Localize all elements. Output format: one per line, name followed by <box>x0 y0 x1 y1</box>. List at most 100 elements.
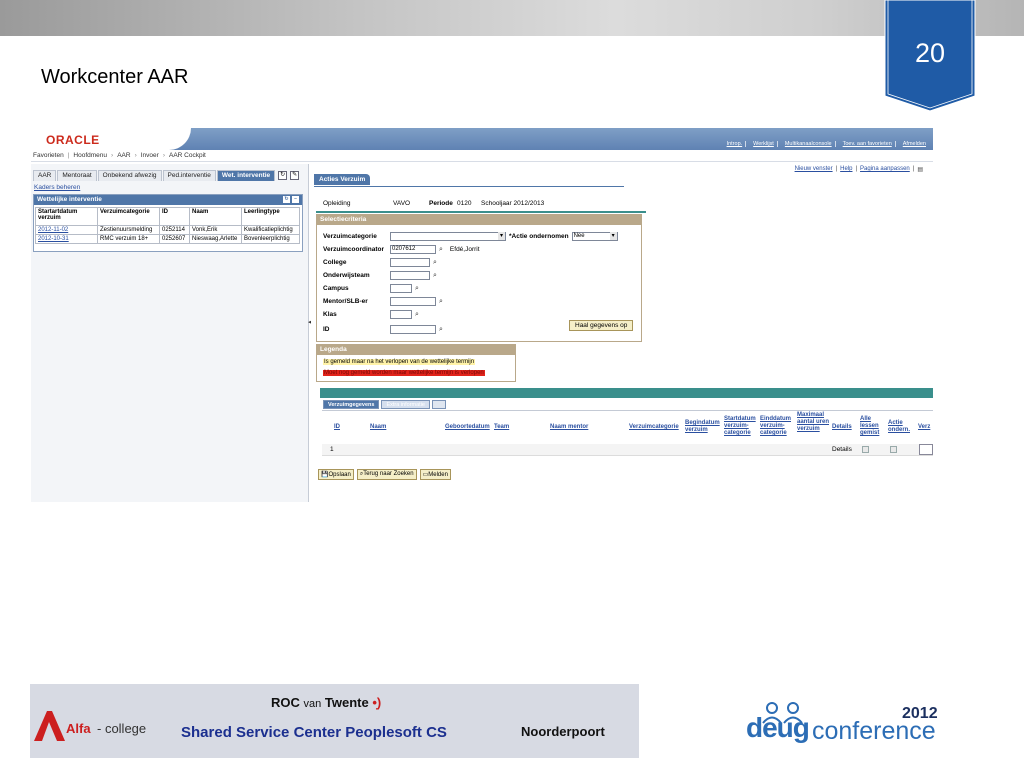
edit-icon[interactable]: ✎ <box>290 171 300 180</box>
search-icon[interactable]: ⌕ <box>439 326 443 334</box>
header-band <box>0 0 1024 36</box>
link-multikanaalconsole[interactable]: Multikanaalconsole <box>782 141 836 147</box>
search-icon[interactable]: ⌕ <box>433 272 437 280</box>
crumb-favorieten[interactable]: Favorieten <box>33 152 64 159</box>
link-afmelden[interactable]: Afmelden <box>900 141 929 147</box>
klas-input[interactable] <box>390 310 412 319</box>
col-max-uren[interactable]: Maximaal aantal uren verzuim <box>797 412 831 433</box>
interventie-table: Startartdatum verzuim Verzuimcategorie I… <box>35 207 300 244</box>
deug-logo: deug <box>746 712 810 743</box>
link-add-favorite[interactable]: Toev. aan favorieten <box>840 141 896 147</box>
ssc-title: Shared Service Center Peoplesoft CS <box>181 724 447 741</box>
page-links: Nieuw venster | Help | Pagina aanpassen … <box>795 166 923 173</box>
roc-twente-logo: ROC van Twente •̣) <box>271 695 381 710</box>
row-date-link[interactable]: 2012-10-31 <box>35 234 98 244</box>
col-verz[interactable]: Verz <box>918 424 930 431</box>
col-einddatum-cat[interactable]: Einddatum verzuim-categorie <box>760 416 796 437</box>
alfa-logo: Alfa <box>66 721 91 736</box>
tab-verzuimgegevens[interactable]: Verzuimgegevens <box>323 400 380 409</box>
print-icon[interactable]: ▤ <box>917 166 923 173</box>
col-naam[interactable]: Naam <box>370 424 386 431</box>
table-row: 2012-10-31 RMC verzuim 18+ 0252607 Niesw… <box>35 234 300 244</box>
link-introp[interactable]: Introp. <box>724 141 747 147</box>
col-team[interactable]: Team <box>494 424 509 431</box>
grid-divider <box>322 410 933 411</box>
save-button[interactable]: 💾Opslaan <box>318 469 354 480</box>
onderwijsteam-input[interactable] <box>390 271 430 280</box>
link-help[interactable]: Help <box>840 166 852 173</box>
roc-van-text: van <box>303 698 322 710</box>
tab-onbekend-afwezig[interactable]: Onbekend afwezig <box>97 170 162 181</box>
col-begindatum[interactable]: Begindatum verzuim <box>685 420 723 434</box>
refresh-icon[interactable]: ↻ <box>278 171 288 180</box>
link-werklijst[interactable]: Werklijst <box>750 141 778 147</box>
crumb-invoer[interactable]: Invoer <box>141 152 159 159</box>
row-id: 0252114 <box>159 225 190 235</box>
search-icon[interactable]: ⌕ <box>439 246 443 254</box>
link-pagina-aanpassen[interactable]: Pagina aanpassen <box>860 166 910 173</box>
haal-gegevens-button[interactable]: Haal gegevens op <box>569 320 634 331</box>
action-buttons: 💾Opslaan ⌕Terug naar Zoeken ▭Melden <box>318 469 451 480</box>
row-number: 1 <box>330 446 334 453</box>
tab-aar[interactable]: AAR <box>33 170 57 181</box>
search-icon[interactable]: ⌕ <box>415 311 419 319</box>
table-header-row: Startartdatum verzuim Verzuimcategorie I… <box>35 207 300 226</box>
selectiecriteria-panel: Selectiecriteria Verzuimcategorie *Actie… <box>316 214 642 342</box>
row-details-link[interactable]: Details <box>832 446 852 453</box>
tab-extra-informatie[interactable]: Extra informatie <box>381 400 430 409</box>
tab-underline <box>314 186 624 187</box>
col-verzuimcategorie[interactable]: Verzuimcategorie <box>629 424 679 431</box>
coordinator-input[interactable]: 0207612 <box>390 245 436 254</box>
selectiecriteria-title: Selectiecriteria <box>317 215 641 225</box>
row-mentor: Mentor/SLB-er ⌕ <box>323 297 443 306</box>
actie-ondern-checkbox[interactable] <box>890 446 897 453</box>
col-details[interactable]: Details <box>832 424 852 431</box>
wettelijke-interventie-panel: Wettelijke interventie ↻ – Startartdatum… <box>33 194 303 252</box>
row-date-link[interactable]: 2012-11-02 <box>35 225 98 235</box>
actie-ondernomen-select[interactable]: Nee <box>571 232 618 241</box>
id-input[interactable] <box>390 325 436 334</box>
tab-ped-interventie[interactable]: Ped.interventie <box>162 170 216 181</box>
tab-mentoraat[interactable]: Mentoraat <box>57 170 97 181</box>
label-onderwijsteam: Onderwijsteam <box>323 272 370 279</box>
search-icon[interactable]: ⌕ <box>439 298 443 306</box>
breadcrumb-bar: Favorieten | Hoofdmenu › AAR › Invoer › … <box>31 150 933 162</box>
tab-wet-interventie[interactable]: Wet. interventie <box>216 170 276 181</box>
link-nieuw-venster[interactable]: Nieuw venster <box>795 166 833 173</box>
verz-input[interactable] <box>919 444 933 455</box>
minimize-icon[interactable]: – <box>292 196 299 203</box>
conference-year: 2012 <box>902 705 938 722</box>
col-naam-mentor[interactable]: Naam mentor <box>550 424 588 431</box>
tab-acties-verzuim[interactable]: Acties Verzuim <box>314 174 371 185</box>
college-input[interactable] <box>390 258 430 267</box>
col-naam: Naam <box>189 207 242 226</box>
coordinator-name: Efdé,Jorrit <box>449 246 480 253</box>
periode-label: Periode <box>429 200 453 207</box>
col-startdatum-cat[interactable]: Startdatum verzuim-categorie <box>724 416 760 437</box>
col-id[interactable]: ID <box>334 424 340 431</box>
refresh-icon[interactable]: ↻ <box>283 196 290 203</box>
table-row: 2012-11-02 Zestienuursmelding 0252114 Vo… <box>35 225 300 235</box>
grid-bar <box>320 388 933 398</box>
kaders-beheren-link[interactable]: Kaders beheren <box>34 184 80 191</box>
verzuimcategorie-select[interactable] <box>390 232 506 241</box>
crumb-hoofdmenu[interactable]: Hoofdmenu <box>73 152 107 159</box>
slide: 20 Workcenter AAR ORACLE Introp. Werklij… <box>0 0 1024 768</box>
col-geboortedatum[interactable]: Geboortedatum <box>445 424 490 431</box>
row-onderwijsteam: Onderwijsteam ⌕ <box>323 271 437 280</box>
search-icon[interactable]: ⌕ <box>415 285 419 293</box>
search-icon[interactable]: ⌕ <box>433 259 437 267</box>
melden-button[interactable]: ▭Melden <box>419 469 451 480</box>
opleiding-label: Opleiding <box>323 200 351 207</box>
mentor-input[interactable] <box>390 297 436 306</box>
col-actie-ondern[interactable]: Actie ondern. <box>888 420 912 434</box>
campus-input[interactable] <box>390 284 412 293</box>
col-alle-lessen[interactable]: Alle lessen gemist <box>860 416 884 437</box>
crumb-aar[interactable]: AAR <box>117 152 130 159</box>
back-to-search-button[interactable]: ⌕Terug naar Zoeken <box>356 469 417 480</box>
alle-lessen-checkbox[interactable] <box>862 446 869 453</box>
breadcrumb: Favorieten | Hoofdmenu › AAR › Invoer › … <box>33 152 206 159</box>
alfa-logo-icon <box>34 711 65 741</box>
show-all-columns-icon[interactable] <box>431 400 446 409</box>
row-college: College ⌕ <box>323 258 437 267</box>
